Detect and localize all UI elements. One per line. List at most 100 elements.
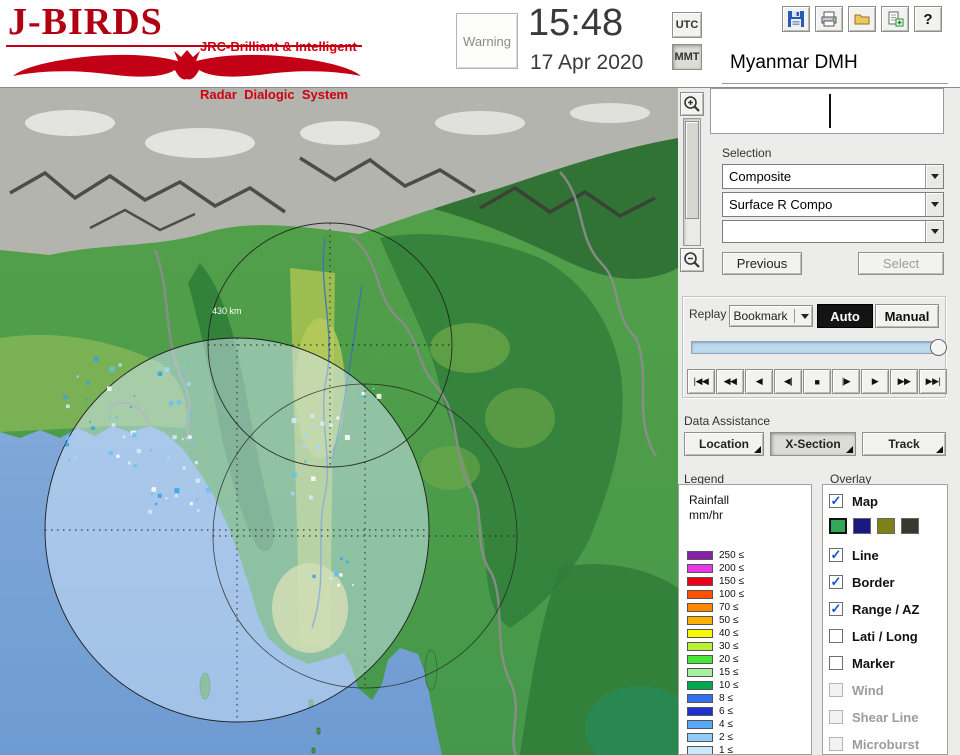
print-button[interactable] — [815, 6, 843, 32]
zoom-out-button[interactable] — [680, 248, 704, 272]
mmt-button[interactable]: MMT — [672, 44, 702, 70]
auto-mode-button[interactable]: Auto — [817, 304, 873, 328]
utc-button[interactable]: UTC — [672, 12, 702, 38]
checkbox — [829, 683, 843, 697]
corner-grip-icon — [754, 446, 761, 453]
option-dropdown[interactable] — [722, 220, 944, 243]
snow-patch — [570, 103, 650, 123]
skip-to-start-button[interactable]: |◀◀ — [687, 369, 715, 394]
checkbox[interactable]: ✓ — [829, 548, 843, 562]
step-back-button[interactable]: ◀| — [774, 369, 802, 394]
dropdown-arrow-button[interactable] — [925, 165, 943, 188]
legend-swatch — [687, 707, 713, 716]
legend-row: 10 ≤ — [687, 679, 738, 692]
corner-grip-icon — [846, 446, 853, 453]
select-button[interactable]: Select — [858, 252, 944, 275]
map-color-swatch[interactable] — [877, 518, 895, 534]
add-document-icon — [888, 11, 904, 27]
bookmark-label: Bookmark — [733, 309, 788, 323]
bookmark-divider — [793, 309, 795, 323]
legend-value: 8 ≤ — [719, 693, 733, 704]
overlay-item-lati-long: Lati / Long — [829, 626, 918, 646]
legend-value: 30 ≤ — [719, 641, 739, 652]
help-button[interactable]: ? — [914, 6, 942, 32]
header-bar: J-BIRDS JRC-Brilliant & Intelligent Rada… — [0, 0, 960, 102]
checkbox[interactable]: ✓ — [829, 575, 843, 589]
control-panel: Selection Composite Surface R Compo Prev… — [678, 88, 960, 755]
clock-time: 15:48 — [528, 2, 624, 44]
skip-to-end-button[interactable]: ▶▶| — [919, 369, 947, 394]
track-button[interactable]: Track — [862, 432, 946, 456]
zoom-in-button[interactable] — [680, 92, 704, 116]
chevron-down-icon — [930, 174, 939, 179]
station-list-box[interactable] — [710, 88, 944, 134]
legend-value: 4 ≤ — [719, 719, 733, 730]
x-section-button[interactable]: X-Section — [770, 432, 856, 456]
terrain-patch — [430, 323, 510, 373]
product-dropdown-value: Composite — [729, 169, 792, 184]
legend-row: 70 ≤ — [687, 601, 738, 614]
legend-value: 2 ≤ — [719, 732, 733, 743]
replay-slider[interactable] — [691, 339, 947, 356]
open-folder-button[interactable] — [848, 6, 876, 32]
location-button[interactable]: Location — [684, 432, 764, 456]
overlay-item-label: Microburst — [852, 736, 920, 752]
radar-map-svg: 430 km — [0, 88, 695, 755]
map-color-swatch[interactable] — [829, 518, 847, 534]
zoom-scrollbar[interactable] — [683, 118, 701, 246]
fast-rewind-button[interactable]: ◀◀ — [716, 369, 744, 394]
overlay-item-label: Border — [852, 574, 895, 590]
legend-row: 200 ≤ — [687, 562, 744, 575]
product-dropdown[interactable]: Composite — [722, 164, 944, 189]
legend-row: 150 ≤ — [687, 575, 744, 588]
checkbox[interactable] — [829, 656, 843, 670]
manual-mode-button[interactable]: Manual — [875, 304, 939, 328]
legend-swatch — [687, 603, 713, 612]
overlay-item-label: Shear Line — [852, 709, 919, 725]
checkbox[interactable]: ✓ — [829, 494, 843, 508]
checkbox — [829, 737, 843, 751]
map-color-swatch[interactable] — [901, 518, 919, 534]
printer-icon — [821, 11, 837, 27]
fast-forward-button[interactable]: ▶▶ — [890, 369, 918, 394]
bookmark-button[interactable]: Bookmark — [729, 305, 813, 327]
overlay-item-microburst: Microburst — [829, 734, 919, 754]
playback-controls: |◀◀ ◀◀ ◀ ◀| ■ |▶ ▶ ▶▶ ▶▶| — [687, 369, 947, 394]
legend-row: 30 ≤ — [687, 640, 738, 653]
x-section-button-label: X-Section — [785, 437, 841, 451]
checkbox[interactable] — [829, 629, 843, 643]
subproduct-dropdown[interactable]: Surface R Compo — [722, 192, 944, 217]
overlay-item-label: Line — [852, 547, 879, 563]
warning-button[interactable]: Warning — [456, 13, 518, 69]
legend-value: 250 ≤ — [719, 550, 744, 561]
corner-grip-icon — [936, 446, 943, 453]
step-forward-button[interactable]: |▶ — [832, 369, 860, 394]
checkbox[interactable]: ✓ — [829, 602, 843, 616]
chevron-down-icon — [930, 202, 939, 207]
overlay-panel: ✓ Map ✓ Line ✓ Border ✓ Range / AZ Lati … — [822, 484, 948, 755]
legend-swatch — [687, 577, 713, 586]
replay-slider-handle[interactable] — [930, 339, 947, 356]
zoom-scrollbar-thumb[interactable] — [685, 121, 699, 219]
replay-group: Replay Bookmark Auto Manual |◀◀ ◀◀ ◀ ◀| … — [682, 296, 947, 398]
dropdown-arrow-button[interactable] — [925, 193, 943, 216]
previous-button[interactable]: Previous — [722, 252, 802, 275]
dropdown-arrow-button[interactable] — [925, 221, 943, 242]
selection-label: Selection — [722, 146, 772, 160]
legend-swatch — [687, 642, 713, 651]
app-subtitle-line2: Radar Dialogic System — [200, 87, 349, 102]
clock-date: 17 Apr 2020 — [530, 51, 644, 74]
data-assistance-label: Data Assistance — [684, 414, 771, 428]
save-button[interactable] — [782, 6, 810, 32]
legend-value: 70 ≤ — [719, 602, 739, 613]
legend-panel: Rainfall mm/hr 250 ≤ 200 ≤ 150 ≤ 100 ≤ 7… — [678, 484, 812, 755]
terrain-patch — [420, 446, 480, 490]
checkbox — [829, 710, 843, 724]
stop-button[interactable]: ■ — [803, 369, 831, 394]
play-reverse-button[interactable]: ◀ — [745, 369, 773, 394]
play-button[interactable]: ▶ — [861, 369, 889, 394]
add-document-button[interactable] — [881, 6, 909, 32]
map-color-swatch[interactable] — [853, 518, 871, 534]
radar-map[interactable]: 430 km — [0, 88, 695, 755]
legend-value: 10 ≤ — [719, 680, 739, 691]
